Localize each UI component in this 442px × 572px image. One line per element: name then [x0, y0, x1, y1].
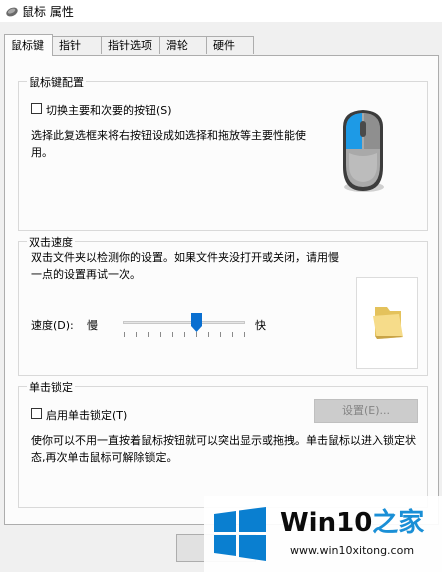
click-lock-checkbox[interactable] [31, 408, 42, 419]
double-click-group: 双击速度 双击文件夹以检测你的设置。如果文件夹没打开或关闭，请用慢一点的设置再试… [18, 234, 428, 376]
click-lock-title: 单击锁定 [27, 379, 75, 395]
watermark-url: www.win10xitong.com [290, 544, 415, 557]
tab-hardware[interactable]: 硬件 [206, 36, 254, 54]
speed-label: 速度(D): [31, 319, 74, 332]
title-bar[interactable]: 鼠标 属性 [0, 0, 442, 22]
watermark-title: Win10之家 [280, 502, 424, 539]
tab-pointer-options[interactable]: 指针选项 [101, 36, 160, 54]
slow-label: 慢 [87, 319, 98, 332]
switch-buttons-checkbox[interactable] [31, 103, 42, 114]
click-lock-group: 单击锁定 启用单击锁定(T) 设置(E)... 使你可以不用一直按着鼠标按钮就可… [18, 379, 428, 508]
button-config-description: 选择此复选框来将右按钮设成如选择和拖放等主要性能使用。 [31, 129, 306, 159]
tab-wheel[interactable]: 滑轮 [159, 36, 207, 54]
watermark: Win10之家 www.win10xitong.com [204, 496, 442, 572]
speed-slider-track[interactable] [123, 321, 245, 324]
button-config-group: 鼠标键配置 切换主要和次要的按钮(S) 选择此复选框来将右按钮设成如选择和拖放等… [18, 74, 428, 231]
fast-label: 快 [255, 319, 266, 332]
switch-buttons-label[interactable]: 切换主要和次要的按钮(S) [46, 102, 172, 118]
window-title: 鼠标 属性 [22, 5, 74, 19]
tab-panel: 鼠标键配置 切换主要和次要的按钮(S) 选择此复选框来将右按钮设成如选择和拖放等… [4, 55, 439, 525]
windows-logo-icon [214, 507, 266, 561]
mouse-icon [343, 110, 384, 192]
tab-strip: 鼠标键 指针 指针选项 滑轮 硬件 [0, 34, 442, 56]
click-lock-label[interactable]: 启用单击锁定(T) [46, 407, 127, 423]
click-lock-description: 使你可以不用一直按着鼠标按钮就可以突出显示或拖拽。单击鼠标以进入锁定状态,再次单… [31, 434, 416, 464]
watermark-title-main: Win10 [280, 508, 373, 538]
mouse-title-icon [6, 7, 18, 17]
test-folder-area[interactable] [356, 277, 418, 369]
speed-slider-thumb[interactable] [190, 313, 202, 332]
double-click-title: 双击速度 [27, 234, 75, 250]
click-lock-settings-button[interactable]: 设置(E)... [314, 399, 418, 423]
tab-pointers[interactable]: 指针 [52, 36, 102, 54]
tab-buttons[interactable]: 鼠标键 [4, 34, 53, 56]
button-config-title: 鼠标键配置 [27, 74, 86, 90]
watermark-title-accent: 之家 [372, 508, 425, 538]
folder-icon[interactable] [371, 304, 405, 340]
double-click-description: 双击文件夹以检测你的设置。如果文件夹没打开或关闭，请用慢一点的设置再试一次。 [31, 251, 339, 281]
